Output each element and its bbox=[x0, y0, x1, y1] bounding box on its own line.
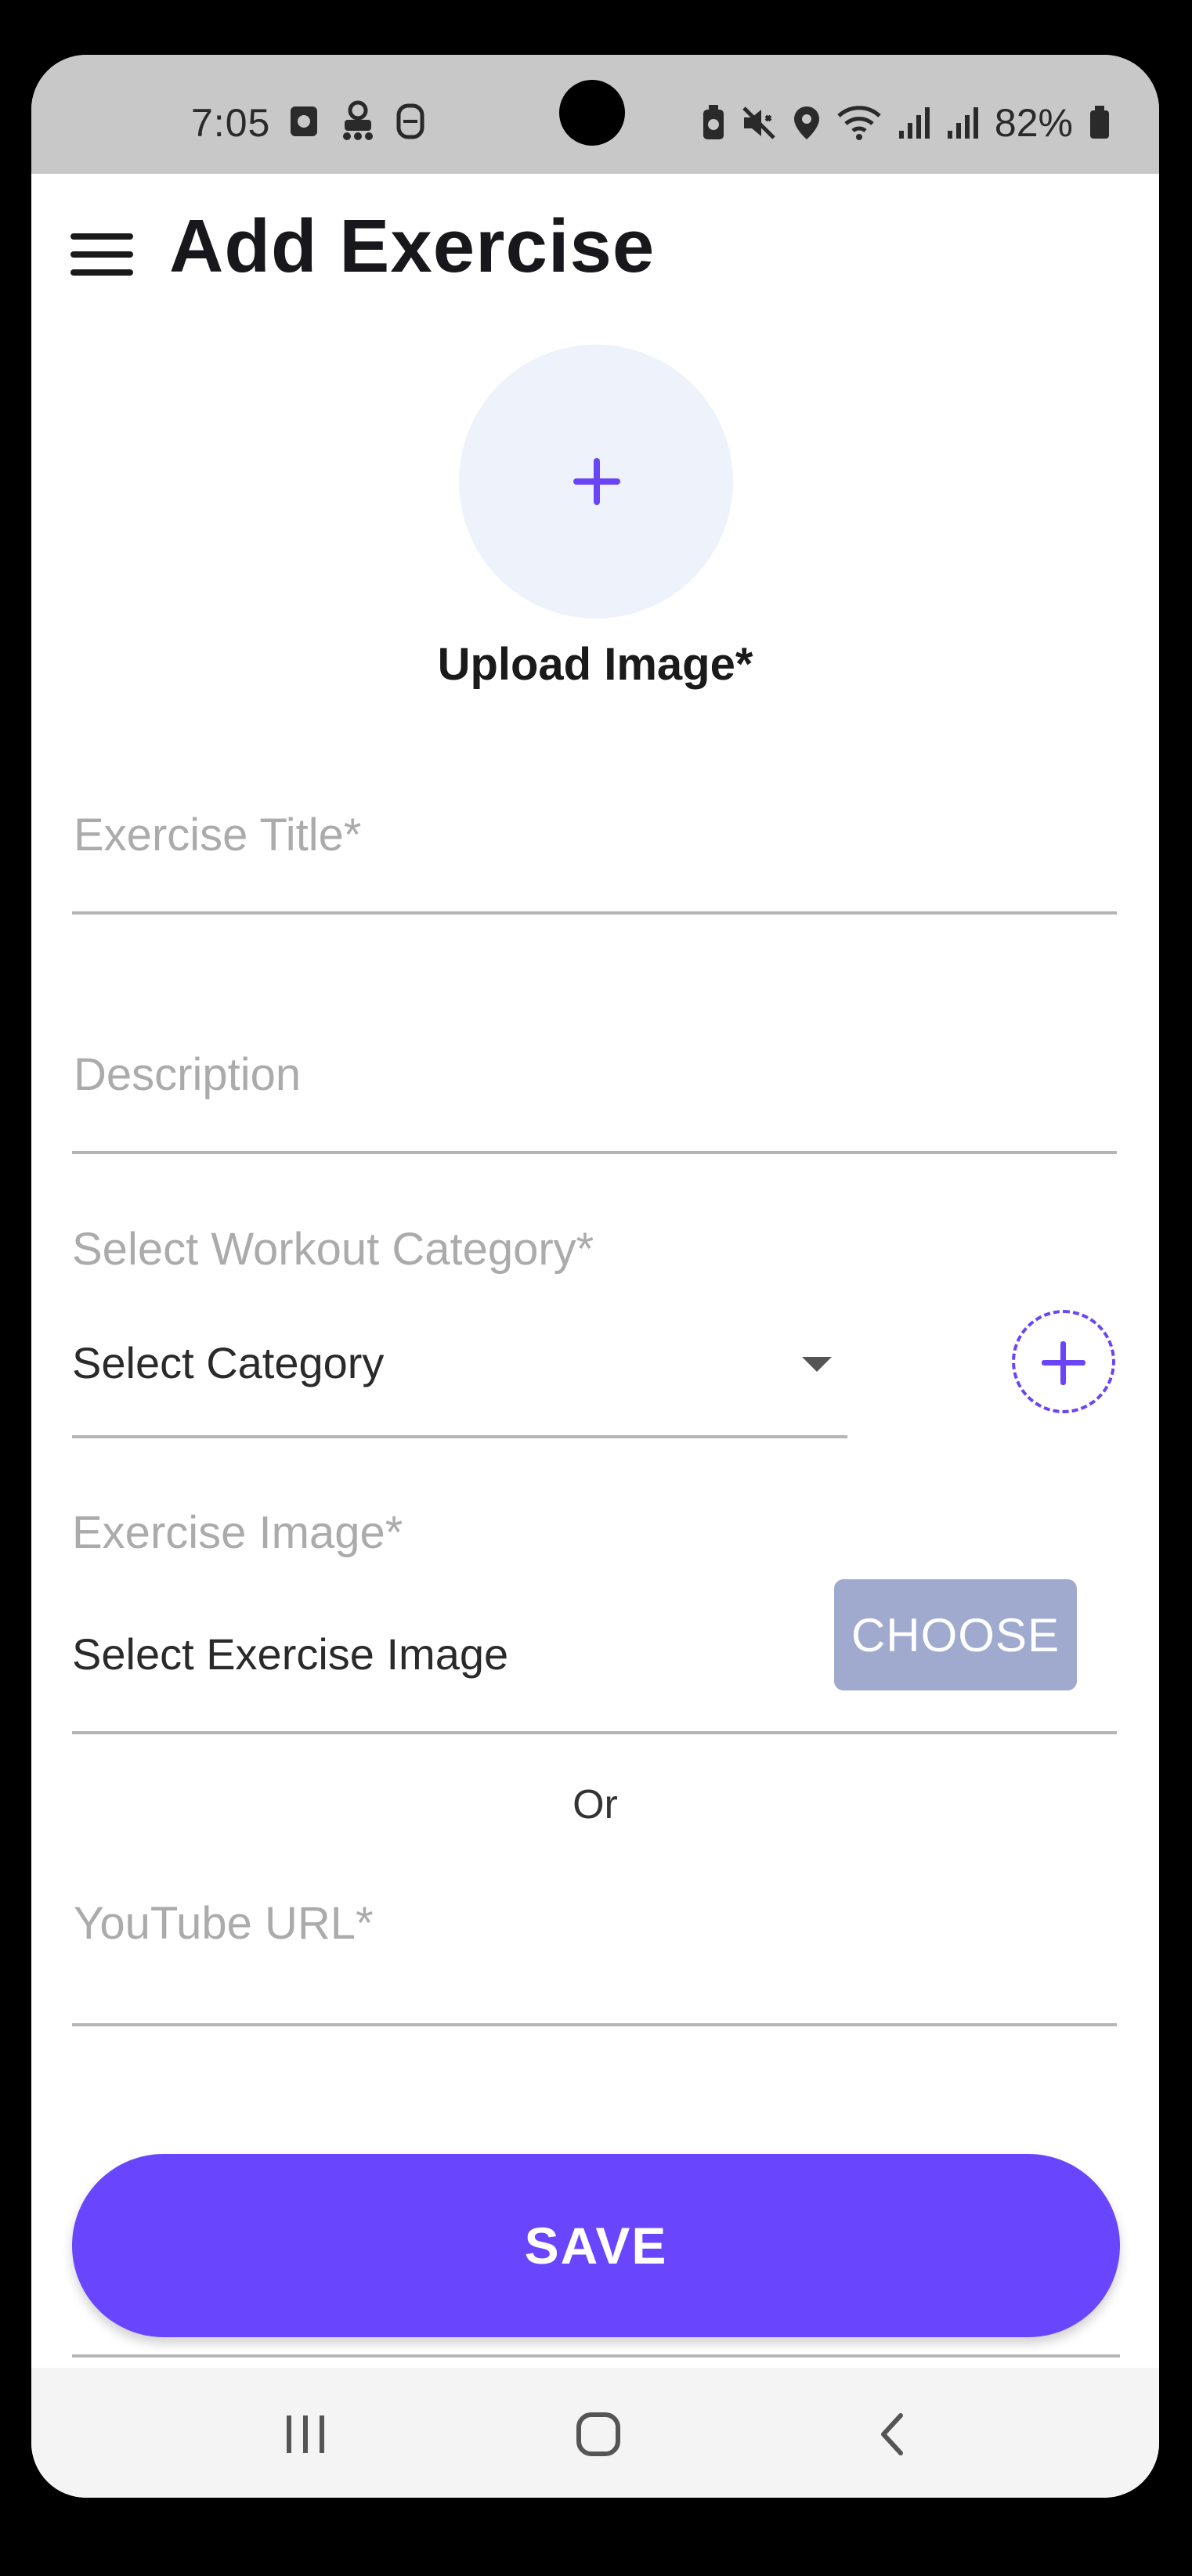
status-system-icons: 82% bbox=[702, 100, 1111, 146]
wifi-icon bbox=[837, 106, 881, 140]
s-app-icon bbox=[396, 103, 424, 139]
home-icon[interactable] bbox=[520, 2368, 677, 2498]
exercise-image-value: Select Exercise Image bbox=[72, 1629, 509, 1679]
status-bar: 7:05 82% bbox=[31, 55, 1159, 174]
upload-image-label: Upload Image* bbox=[437, 639, 753, 690]
location-icon bbox=[793, 106, 819, 139]
signal-icon bbox=[898, 107, 930, 139]
youtube-url-input[interactable] bbox=[72, 1879, 1117, 1967]
description-underline bbox=[72, 1151, 1117, 1154]
back-icon[interactable] bbox=[815, 2368, 971, 2498]
chevron-down-icon bbox=[802, 1357, 832, 1372]
add-category-button[interactable] bbox=[1012, 1310, 1115, 1413]
system-nav-bar bbox=[31, 2368, 1159, 2498]
screen: 7:05 82% Add Exercise Upload Image* Exer… bbox=[31, 55, 1159, 2498]
workout-category-label: Select Workout Category* bbox=[72, 1224, 594, 1275]
recent-apps-icon[interactable] bbox=[227, 2368, 384, 2498]
choose-image-button[interactable]: CHOOSE bbox=[834, 1579, 1077, 1690]
category-underline bbox=[72, 1435, 847, 1438]
status-notification-icons bbox=[288, 100, 424, 143]
save-button[interactable]: SAVE bbox=[72, 2154, 1120, 2337]
exercise-title-underline bbox=[72, 911, 1117, 915]
battery-saver-icon bbox=[703, 105, 724, 139]
description-input[interactable] bbox=[72, 1030, 1117, 1118]
game-controller-icon bbox=[343, 100, 373, 140]
device-frame: 7:05 82% Add Exercise Upload Image* Exer… bbox=[0, 0, 1192, 2576]
screen-record-icon bbox=[291, 106, 317, 136]
bottom-divider bbox=[72, 2354, 1120, 2358]
hamburger-menu-icon[interactable] bbox=[70, 233, 136, 288]
signal-icon bbox=[947, 107, 978, 139]
battery-icon bbox=[1090, 106, 1109, 139]
battery-percent: 82% bbox=[994, 101, 1073, 145]
or-separator: Or bbox=[573, 1782, 618, 1827]
page-title: Add Exercise bbox=[169, 204, 656, 288]
category-dropdown-value: Select Category bbox=[72, 1338, 385, 1387]
exercise-title-input[interactable] bbox=[72, 791, 1117, 879]
exercise-image-label: Exercise Image* bbox=[72, 1507, 403, 1558]
upload-image-button[interactable] bbox=[459, 345, 733, 619]
exercise-image-underline bbox=[72, 1731, 1117, 1734]
status-time: 7:05 bbox=[191, 101, 271, 145]
front-camera bbox=[559, 80, 625, 146]
youtube-url-underline bbox=[72, 2023, 1117, 2026]
mute-icon bbox=[742, 106, 775, 139]
